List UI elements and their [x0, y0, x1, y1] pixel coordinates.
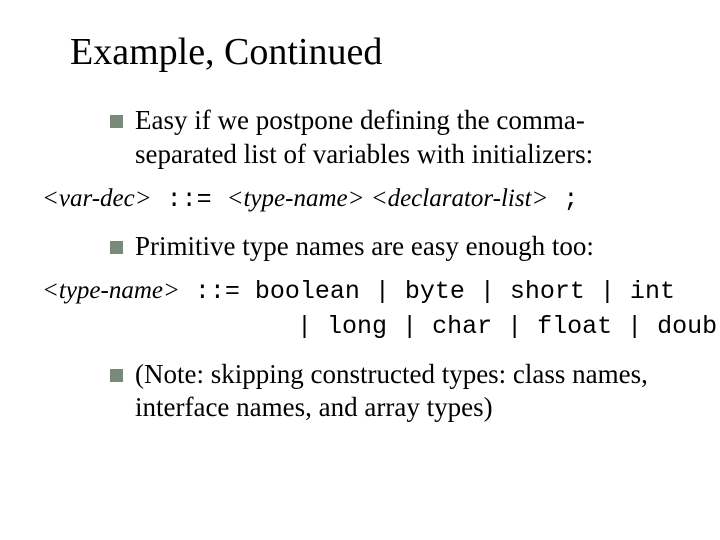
terminal: ;	[548, 185, 578, 214]
nonterminal: <declarator-list>	[371, 185, 549, 212]
grammar-rule-var-dec: <var-dec> ::= <type-name> <declarator-li…	[42, 182, 690, 217]
square-bullet-icon	[110, 369, 123, 382]
bullet-text: Easy if we postpone defining the comma-s…	[135, 104, 660, 172]
indent	[42, 312, 297, 341]
grammar-line: <type-name> ::= boolean | byte | short |…	[42, 274, 690, 309]
terminal: | long | char | float | double	[297, 312, 720, 341]
nonterminal: <type-name>	[42, 277, 180, 304]
nonterminal: <type-name>	[227, 185, 365, 212]
nonterminal: <var-dec>	[42, 185, 152, 212]
operator: ::=	[180, 277, 255, 306]
grammar-rule-type-name: <type-name> ::= boolean | byte | short |…	[42, 274, 690, 344]
page-title: Example, Continued	[70, 30, 690, 74]
square-bullet-icon	[110, 241, 123, 254]
grammar-line: | long | char | float | double	[42, 309, 690, 344]
bullet-text: (Note: skipping constructed types: class…	[135, 358, 660, 426]
bullet-item: Primitive type names are easy enough too…	[110, 230, 660, 264]
operator: ::=	[152, 185, 227, 214]
square-bullet-icon	[110, 115, 123, 128]
bullet-item: Easy if we postpone defining the comma-s…	[110, 104, 660, 172]
bullet-item: (Note: skipping constructed types: class…	[110, 358, 660, 426]
bullet-text: Primitive type names are easy enough too…	[135, 230, 660, 264]
slide: Example, Continued Easy if we postpone d…	[0, 0, 720, 540]
terminal: boolean | byte | short | int	[255, 277, 675, 306]
